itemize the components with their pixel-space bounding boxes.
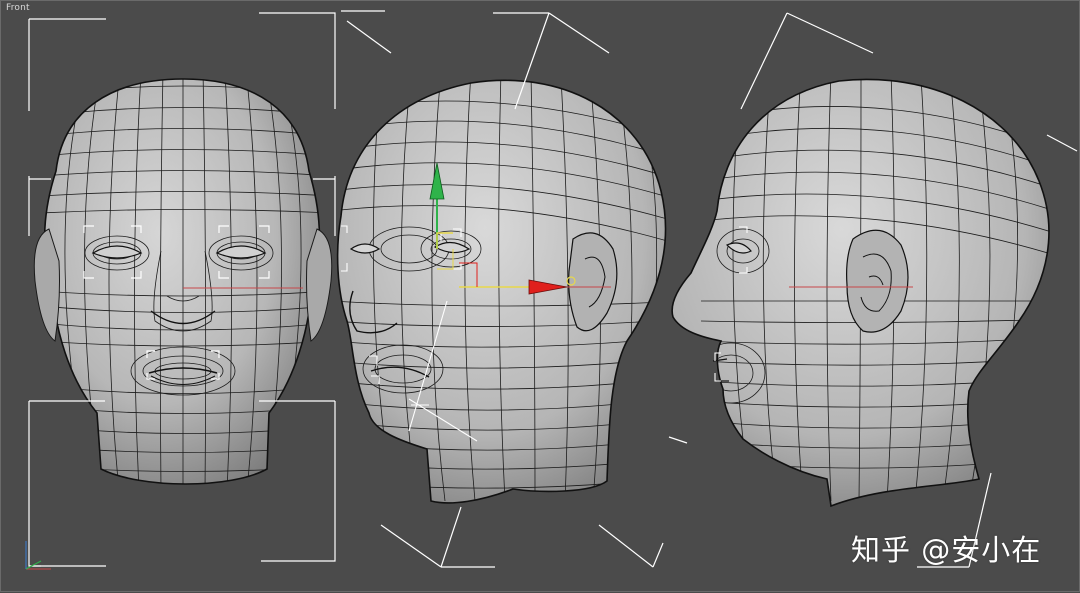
- world-axis-icon: [25, 541, 51, 570]
- head-three-quarter-view[interactable]: [331, 71, 681, 504]
- scene-canvas[interactable]: [1, 1, 1080, 593]
- head-front-view[interactable]: [33, 71, 333, 491]
- watermark-text: 知乎 @安小在: [851, 533, 1042, 567]
- head-side-view[interactable]: [671, 71, 1061, 507]
- viewport-front[interactable]: Front 知乎 @安小在: [0, 0, 1080, 592]
